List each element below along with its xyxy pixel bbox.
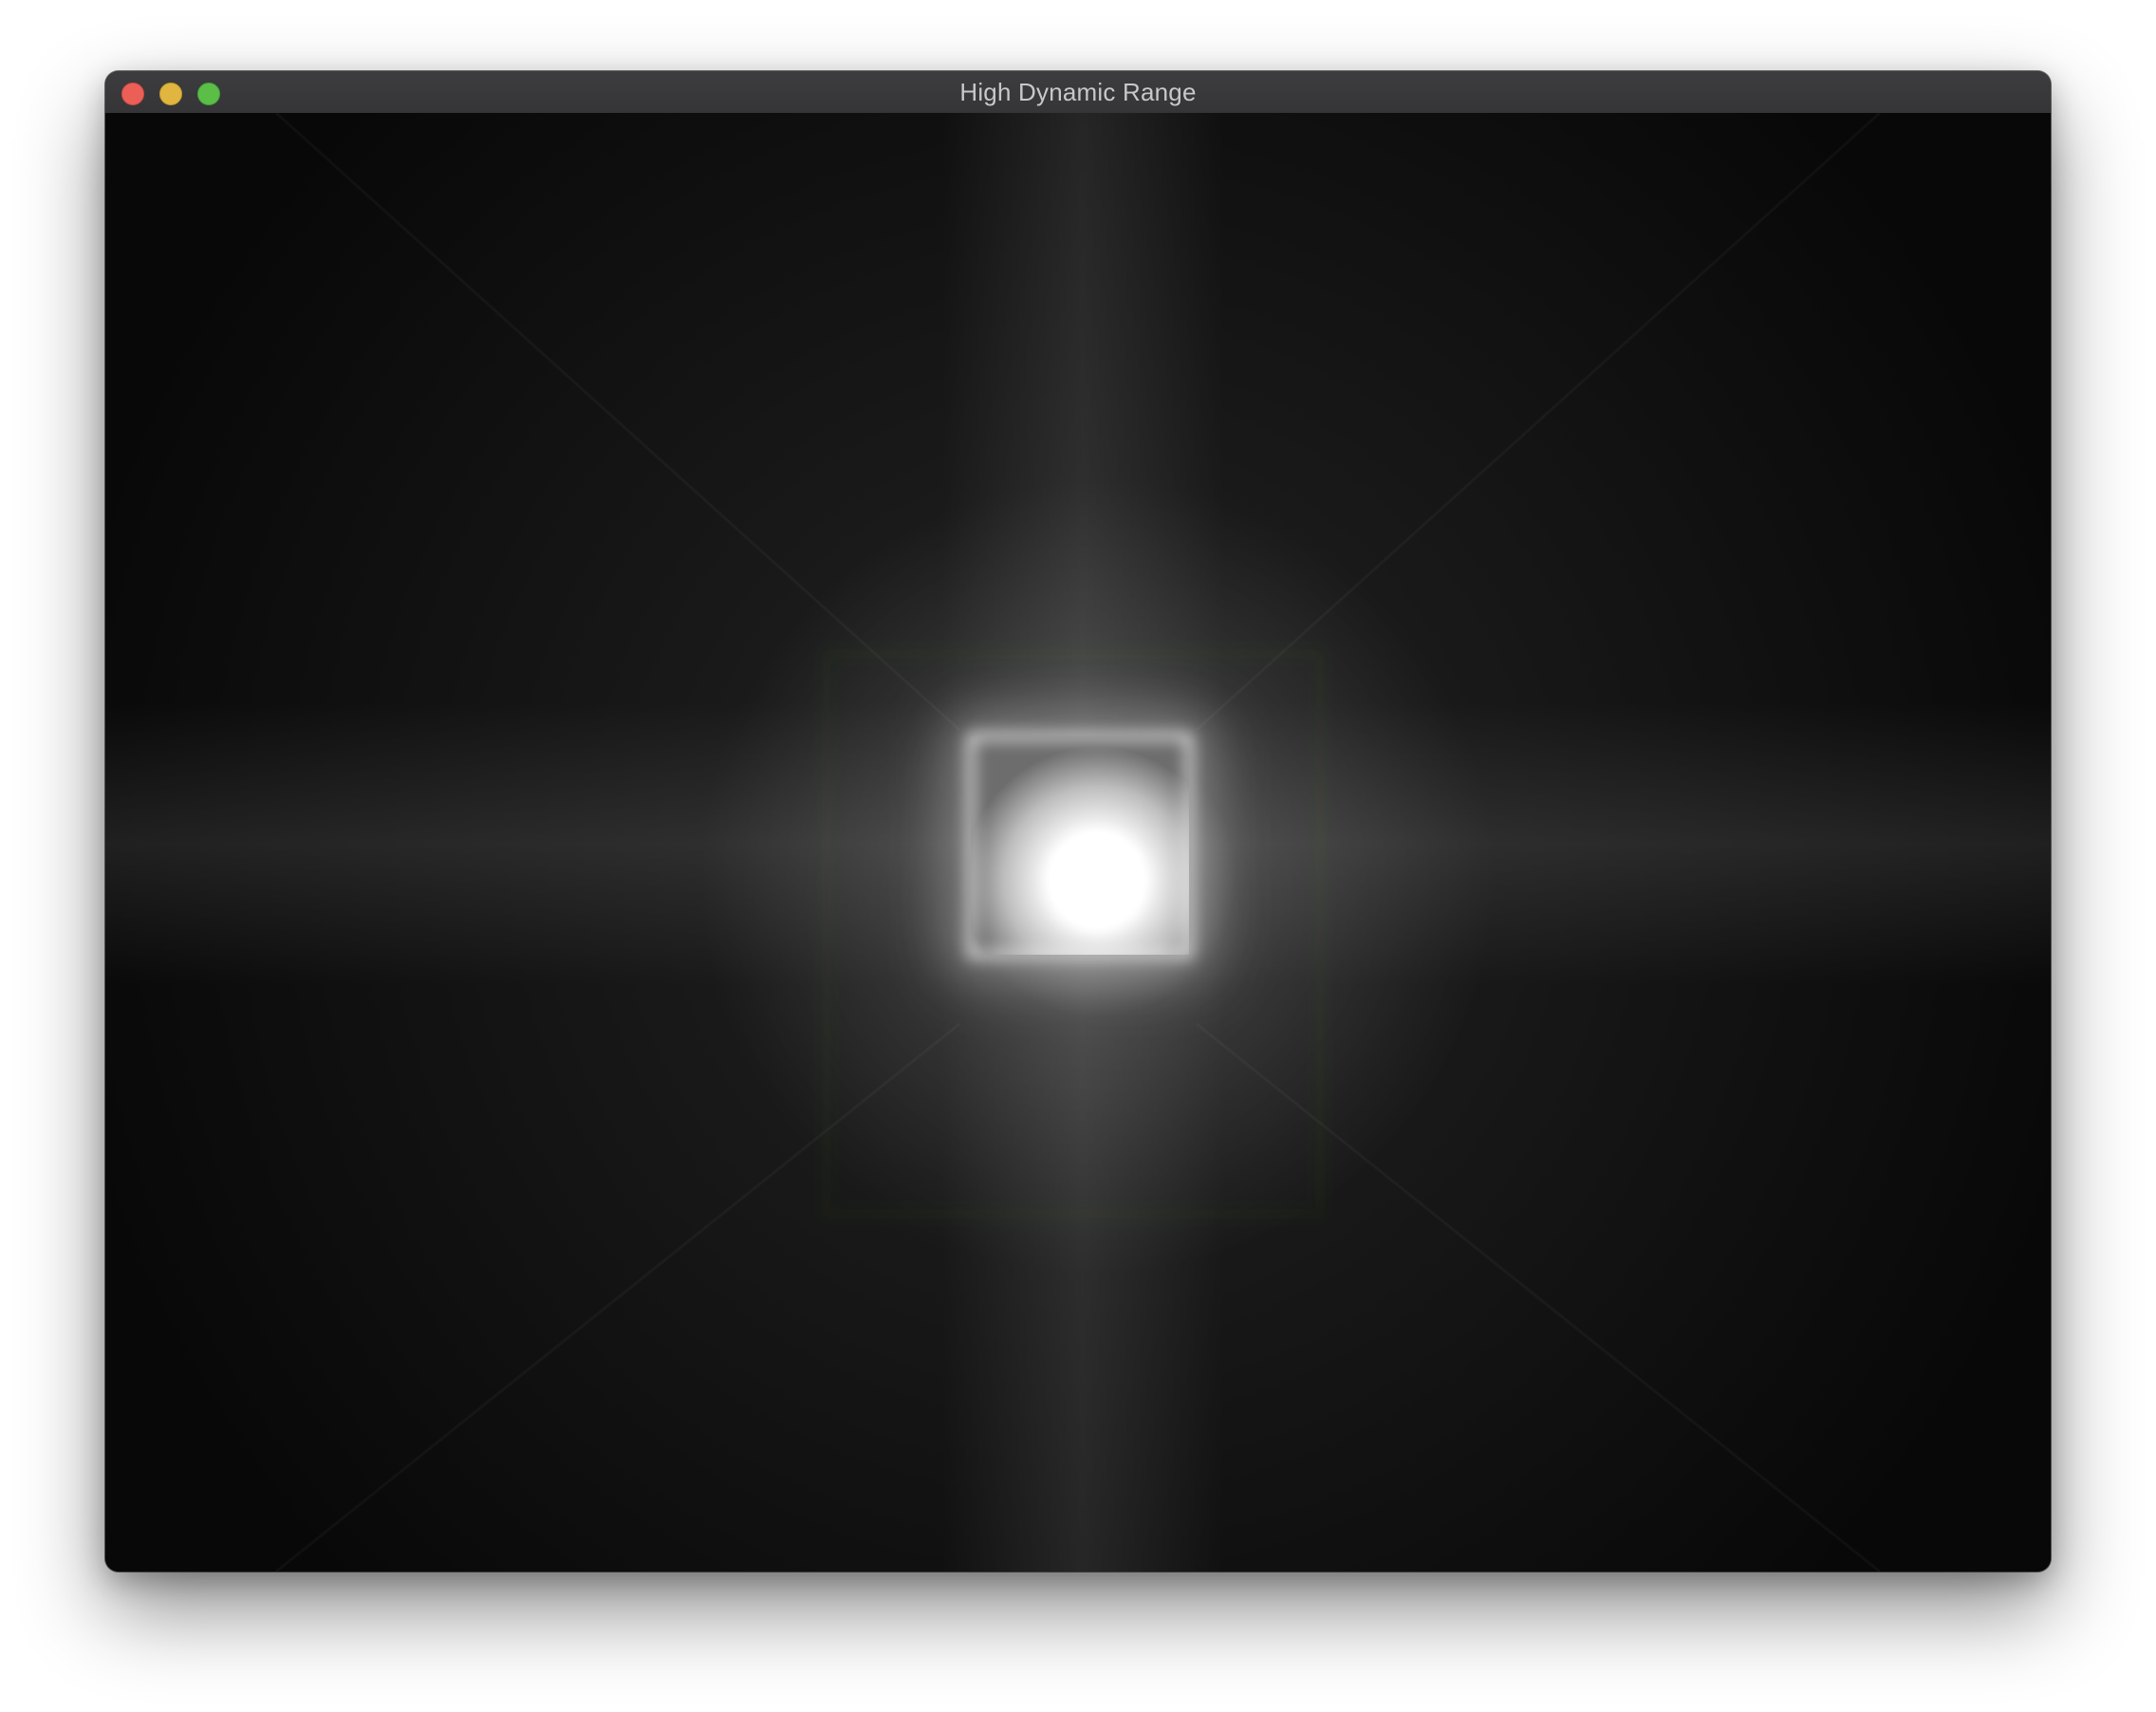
window-title: High Dynamic Range xyxy=(959,78,1197,106)
hdr-scene xyxy=(105,113,2051,1572)
app-window: High Dynamic Range xyxy=(105,71,2051,1572)
render-viewport[interactable] xyxy=(105,113,2051,1572)
title-bar[interactable]: High Dynamic Range xyxy=(105,71,2051,114)
light-core xyxy=(1050,834,1144,929)
